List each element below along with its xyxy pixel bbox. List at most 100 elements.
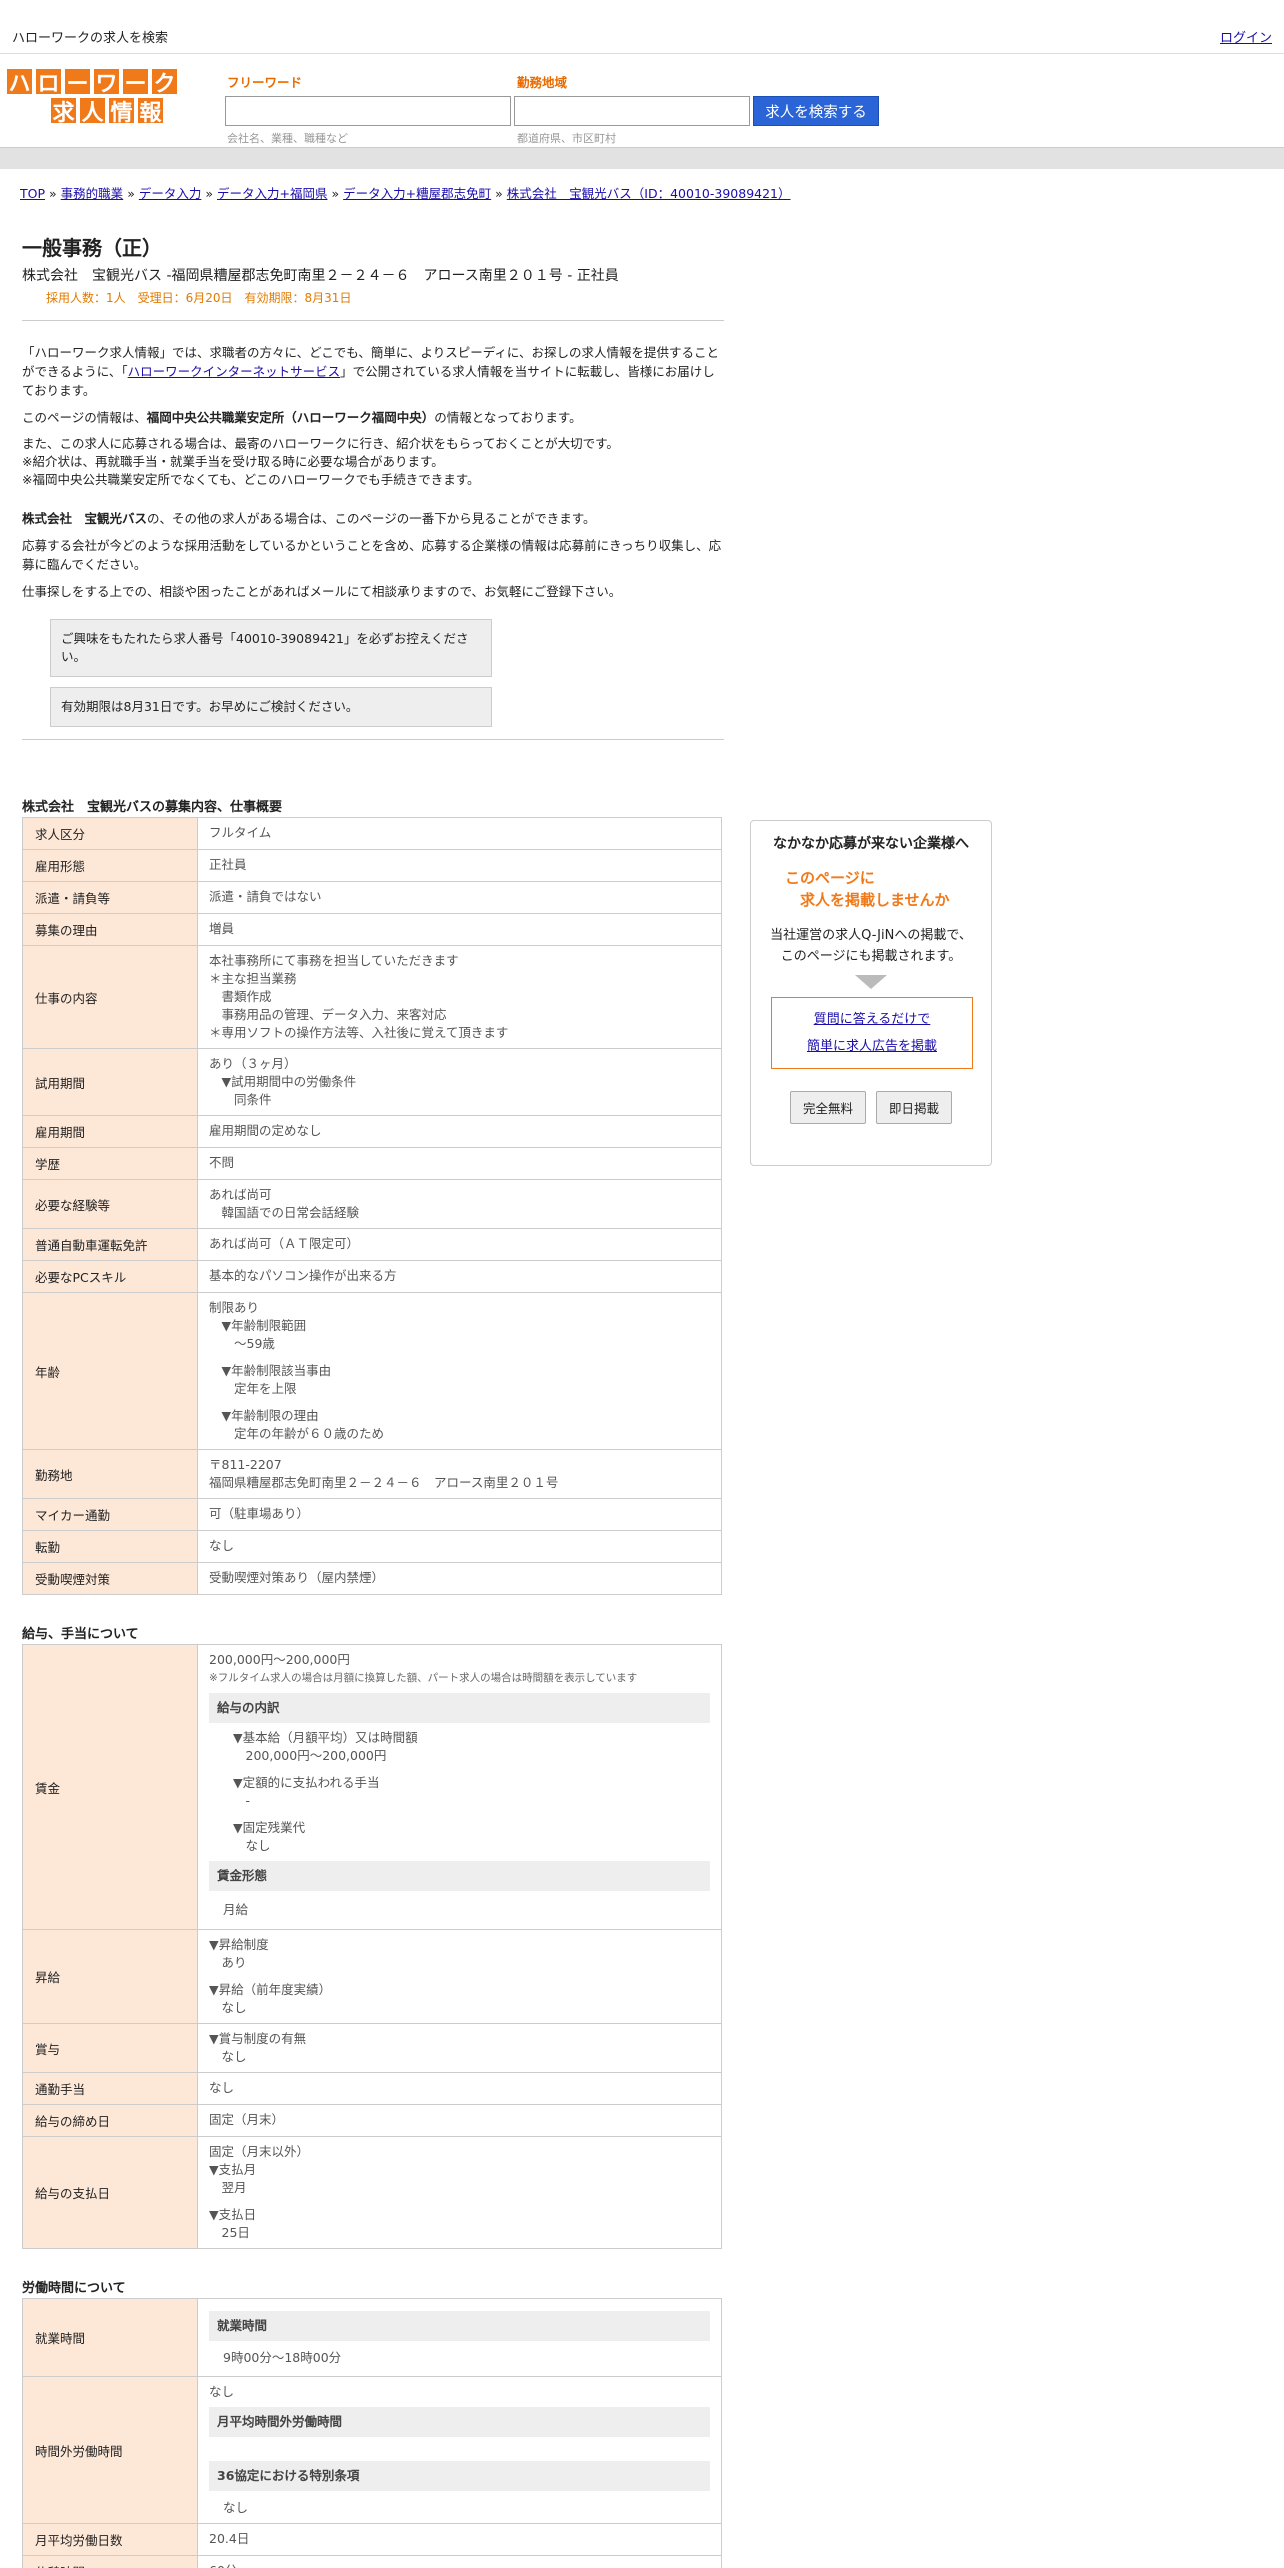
row-value: 可（駐車場あり） [197, 1498, 722, 1531]
value-line: 翌月 [209, 2180, 247, 2195]
freeword-label: フリーワード [227, 75, 303, 90]
table-row: 雇用期間 雇用期間の定めなし [22, 1115, 722, 1148]
arrow-down-icon [855, 975, 887, 989]
wage-line: ▼基本給（月額平均）又は時間額 [233, 1730, 418, 1745]
logo[interactable]: ハローワーク求人情報 [5, 67, 181, 126]
table-row: 昇給 ▼昇給制度 あり ▼昇給（前年度実績） なし [22, 1929, 722, 2024]
advertise-links: 質問に答えるだけで 簡単に求人広告を掲載 [771, 997, 973, 1069]
breadcrumb-link[interactable]: データ入力 [139, 186, 202, 201]
divider [22, 320, 724, 321]
table-row: 受動喫煙対策 受動喫煙対策あり（屋内禁煙） [22, 1562, 722, 1595]
row-value: 受動喫煙対策あり（屋内禁煙） [197, 1562, 722, 1595]
row-header: 転勤 [22, 1530, 198, 1563]
value-line: 受動喫煙対策あり（屋内禁煙） [209, 1570, 385, 1585]
row-header: 賃金 [22, 1644, 198, 1930]
advertise-headline-1: このページに [785, 869, 875, 887]
logo-char: ワ [92, 67, 121, 97]
logo-char: ー [121, 67, 150, 97]
table-row: 必要な経験等 あれば尚可 韓国語での日常会話経験 [22, 1179, 722, 1229]
intro-p1: 「ハローワーク求人情報」では、求職者の方々に、どこでも、簡単に、よりスピーディに… [22, 345, 720, 398]
row-header: 勤務地 [22, 1449, 198, 1499]
value-line: あれば尚可 [209, 1187, 272, 1202]
search-button[interactable]: 求人を検索する [753, 96, 879, 126]
breadcrumb-link[interactable]: TOP [20, 186, 45, 201]
row-header: 休憩時間 [22, 2555, 198, 2568]
value-line [209, 1353, 710, 1362]
value-line: 韓国語での日常会話経験 [209, 1205, 360, 1220]
row-header: 通勤手当 [22, 2072, 198, 2105]
table-row: 転勤 なし [22, 1530, 722, 1563]
advertise-headline-2: 求人を掲載しませんか [785, 891, 950, 909]
value-line: なし [209, 2000, 247, 2015]
free-button[interactable]: 完全無料 [789, 1091, 866, 1124]
breadcrumb: TOP» 事務的職業» データ入力» データ入力+福岡県» データ入力+糟屋郡志免町» 株… [20, 183, 791, 202]
value-line [209, 1972, 710, 1981]
wage-line: なし [233, 1838, 271, 1853]
table-row: 就業時間 就業時間 9時00分〜18時00分 [22, 2298, 722, 2377]
table-row: 募集の理由 増員 [22, 913, 722, 946]
table-row: 学歴 不問 [22, 1147, 722, 1180]
wage-line: 200,000円〜200,000円 [233, 1748, 387, 1763]
logo-char: ハ [5, 67, 34, 97]
row-header: 年齢 [22, 1292, 198, 1450]
value-line: ▼昇給（前年度実績） [209, 1982, 332, 1997]
row-header: 仕事の内容 [22, 945, 198, 1049]
breadcrumb-link[interactable]: データ入力+福岡県 [217, 186, 327, 201]
value-line: 派遣・請負ではない [209, 889, 322, 904]
table-row: 月平均労働日数 20.4日 [22, 2523, 722, 2556]
section-title-salary: 給与、手当について [22, 1627, 139, 1642]
value-line: フルタイム [209, 825, 272, 840]
value-line: ▼支払日 [209, 2207, 257, 2222]
area-input[interactable] [514, 96, 750, 126]
row-value: なし [197, 1530, 722, 1563]
row-header: 昇給 [22, 1929, 198, 2024]
advertise-link-question[interactable]: 質問に答えるだけで [814, 1012, 931, 1027]
row-value: なし 月平均時間外労働時間 36協定における特別条項 なし [197, 2376, 722, 2524]
hours-sub: 就業時間 [209, 2311, 710, 2341]
login-link[interactable]: ログイン [1220, 27, 1272, 46]
freeword-hint: 会社名、業種、職種など [227, 132, 348, 145]
value-line: ▼支払月 [209, 2162, 257, 2177]
value-line: ▼試用期間中の労働条件 [209, 1074, 357, 1089]
job-number-note: ご興味をもたれたら求人番号「40010-39089421」を必ずお控えください。 [50, 619, 492, 677]
advertise-link-easy[interactable]: 簡単に求人広告を掲載 [807, 1039, 937, 1054]
overview-table: 求人区分 フルタイム 雇用形態 正社員 派遣・請負等 派遣・請負ではない 募集の理由 増員 仕事… [22, 817, 722, 1595]
row-header: 募集の理由 [22, 913, 198, 946]
row-value: あれば尚可 韓国語での日常会話経験 [197, 1179, 722, 1229]
table-row: 賃金 200,000円〜200,000円 ※フルタイム求人の場合は月額に換算した… [22, 1644, 722, 1930]
breadcrumb-link[interactable]: データ入力+糟屋郡志免町 [343, 186, 491, 201]
hours-table: 就業時間 就業時間 9時00分〜18時00分 時間外労働時間 なし 月平均時間外… [22, 2298, 722, 2568]
table-row: 仕事の内容 本社事務所にて事務を担当していただきます ＊主な担当業務 書類作成 事務… [22, 945, 722, 1049]
breadcrumb-separator: » [331, 186, 340, 201]
table-row: 普通自動車運転免許 あれば尚可（ＡＴ限定可） [22, 1228, 722, 1261]
advertise-box: なかなか応募が来ない企業様へ このページに 求人を掲載しませんか 当社運営の求人… [750, 820, 992, 1166]
hellowork-link[interactable]: ハローワークインターネットサービス [128, 364, 341, 379]
breadcrumb-link[interactable]: 事務的職業 [61, 186, 124, 201]
freeword-input[interactable] [225, 96, 511, 126]
value-line: ▼年齢制限の理由 [209, 1408, 319, 1423]
row-header: 給与の支払日 [22, 2136, 198, 2249]
salary-table: 賃金 200,000円〜200,000円 ※フルタイム求人の場合は月額に換算した… [22, 1644, 722, 2249]
advertise-buttons: 完全無料 即日掲載 [759, 1091, 983, 1124]
row-header: 雇用形態 [22, 849, 198, 882]
row-value: 就業時間 9時00分〜18時00分 [197, 2298, 722, 2377]
site-title: ハローワークの求人を検索 [12, 31, 169, 46]
row-value: 固定（月末） [197, 2104, 722, 2137]
row-value: あり（３ヶ月） ▼試用期間中の労働条件 同条件 [197, 1048, 722, 1116]
wage-note: ※フルタイム求人の場合は月額に換算した額、パート求人の場合は時間額を表示していま… [209, 1672, 638, 1684]
row-value: 増員 [197, 913, 722, 946]
table-row: 時間外労働時間 なし 月平均時間外労働時間 36協定における特別条項 なし [22, 2376, 722, 2524]
breadcrumb-link[interactable]: 株式会社 宝観光バス（ID：40010-39089421） [507, 186, 791, 201]
ot-sub1: 月平均時間外労働時間 [209, 2407, 710, 2437]
wage-line [233, 1810, 710, 1819]
logo-char: 人 [78, 96, 107, 126]
row-value: フルタイム [197, 817, 722, 850]
value-line [209, 1398, 710, 1407]
intro-p2: このページの情報は、福岡中央公共職業安定所（ハローワーク福岡中央）の情報となって… [22, 410, 582, 425]
breadcrumb-separator: » [205, 186, 214, 201]
same-day-button[interactable]: 即日掲載 [876, 1091, 953, 1124]
value-line: 制限あり [209, 1300, 260, 1315]
row-header: 時間外労働時間 [22, 2376, 198, 2524]
main-content: 一般事務（正） 株式会社 宝観光バス -福岡県糟屋郡志免町南里２－２４－６ アロ… [22, 232, 724, 2568]
row-value: 制限あり ▼年齢制限範囲 〜59歳 ▼年齢制限該当事由 定年を上限 ▼年齢制限の… [197, 1292, 722, 1450]
